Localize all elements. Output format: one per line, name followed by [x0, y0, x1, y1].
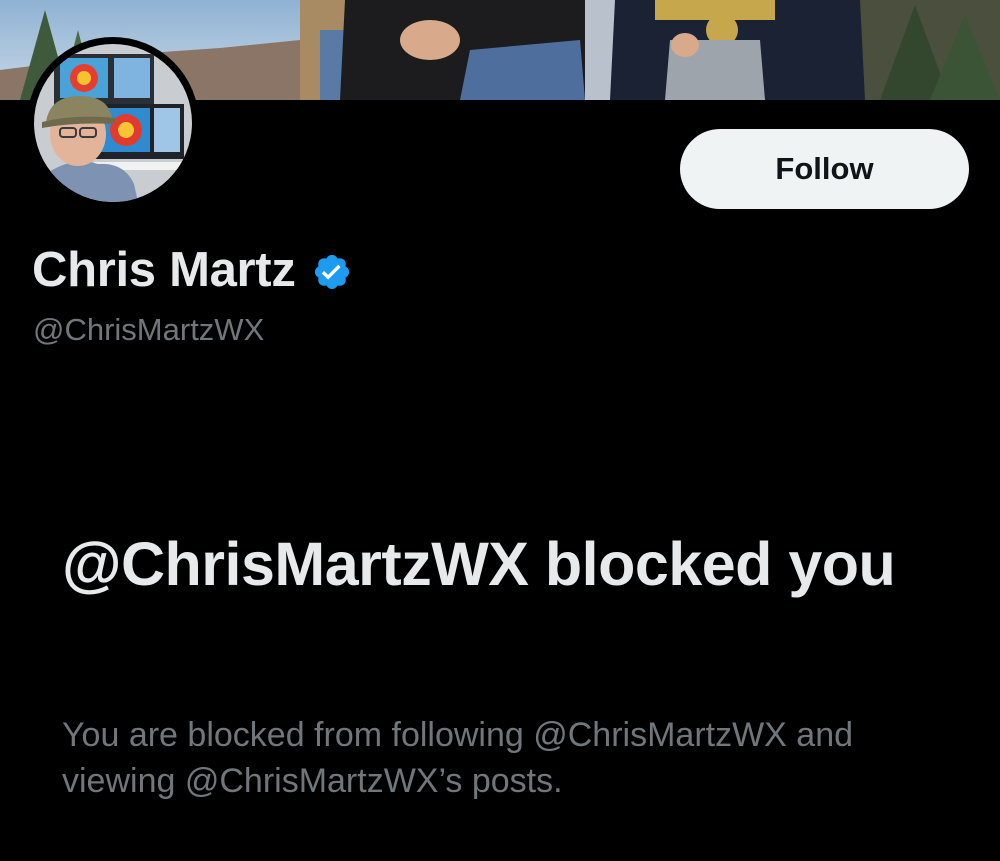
blocked-notice-title: @ChrisMartzWX blocked you: [62, 530, 896, 598]
profile-handle: @ChrisMartzWX: [33, 312, 265, 347]
avatar[interactable]: [34, 44, 192, 202]
profile-screen: Follow Chris Martz @ChrisMartzWX @ChrisM…: [0, 0, 1000, 861]
verified-badge-icon[interactable]: [312, 252, 352, 292]
profile-name-row: Chris Martz: [32, 240, 352, 300]
follow-button[interactable]: Follow: [680, 129, 969, 209]
profile-display-name: Chris Martz: [32, 243, 296, 297]
avatar-image: [34, 44, 192, 202]
blocked-notice-description: You are blocked from following @ChrisMar…: [62, 716, 854, 800]
